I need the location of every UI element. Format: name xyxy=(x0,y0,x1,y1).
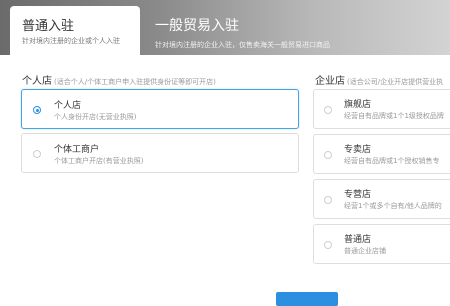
radio-icon[interactable] xyxy=(324,106,332,114)
option-desc: 个体工商户开店(有营业执照) xyxy=(54,157,144,165)
option-title: 专卖店 xyxy=(344,145,372,155)
tab-title: 一般贸易入驻 xyxy=(155,18,239,34)
tab-regular-entry[interactable]: 普通入驻 针对境内注册的企业或个人入驻 xyxy=(10,6,140,55)
section-title-text: 企业店 xyxy=(315,76,345,87)
option-desc: 经营自有品牌或1个授权销售专 xyxy=(344,157,440,165)
section-hint: (适合公司/企业开店提供营业执 xyxy=(347,78,444,86)
section-title-text: 个人店 xyxy=(22,76,52,87)
next-button[interactable] xyxy=(276,292,338,306)
tab-general-trade-entry[interactable]: 一般贸易入驻 针对境内注册的企业入驻，仅售卖海关一般贸易进口商品 xyxy=(155,15,330,50)
option-regular-store[interactable]: 普通店 普通企业店铺 xyxy=(313,224,450,264)
option-title: 个人店 xyxy=(54,101,82,111)
option-desc: 普通企业店铺 xyxy=(344,247,386,255)
tab-subtitle: 针对境内注册的企业或个人入驻 xyxy=(22,37,120,45)
option-desc: 经营1个或多个自有/他人品牌的 xyxy=(344,202,442,210)
option-title: 个体工商户 xyxy=(54,145,100,155)
personal-store-section-title: 个人店 (适合个人/个体工商户申入驻提供身份证等即可开店) xyxy=(22,72,216,87)
section-hint: (适合个人/个体工商户申入驻提供身份证等即可开店) xyxy=(54,78,216,86)
radio-icon[interactable] xyxy=(324,196,332,204)
enterprise-store-section-title: 企业店 (适合公司/企业开店提供营业执 xyxy=(315,72,443,87)
option-flagship-store[interactable]: 旗舰店 经营自有品牌或1个1级授权品牌 xyxy=(313,89,450,129)
tab-title: 普通入驻 xyxy=(22,19,75,34)
radio-icon[interactable] xyxy=(33,150,41,158)
option-personal-store[interactable]: 个人店 个人身份开店(无营业执照) xyxy=(21,89,299,129)
radio-icon[interactable] xyxy=(324,151,332,159)
radio-icon[interactable] xyxy=(324,241,332,249)
option-exclusive-store[interactable]: 专卖店 经营自有品牌或1个授权销售专 xyxy=(313,134,450,174)
option-title: 普通店 xyxy=(344,235,372,245)
option-specialty-store[interactable]: 专营店 经营1个或多个自有/他人品牌的 xyxy=(313,179,450,219)
tab-subtitle: 针对境内注册的企业入驻，仅售卖海关一般贸易进口商品 xyxy=(155,41,330,49)
option-individual-business[interactable]: 个体工商户 个体工商户开店(有营业执照) xyxy=(21,133,299,173)
option-desc: 个人身份开店(无营业执照) xyxy=(54,113,137,121)
radio-selected-icon[interactable] xyxy=(33,106,41,114)
option-title: 专营店 xyxy=(344,190,372,200)
option-title: 旗舰店 xyxy=(344,100,372,110)
option-desc: 经营自有品牌或1个1级授权品牌 xyxy=(344,112,444,120)
